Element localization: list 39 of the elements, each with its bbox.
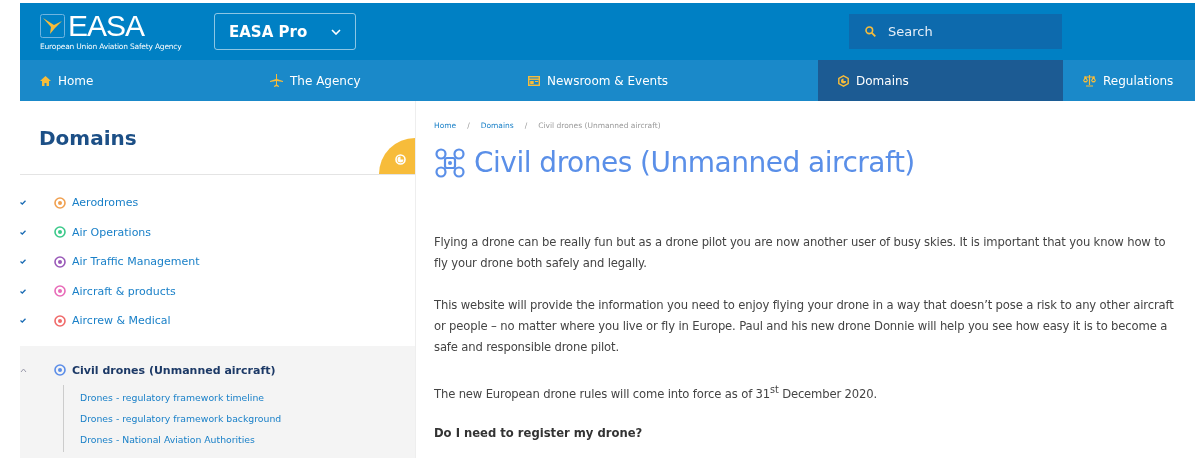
checkmark-icon bbox=[20, 288, 26, 294]
checkmark-icon bbox=[20, 318, 26, 324]
sidebar-link[interactable]: Air Operations bbox=[72, 225, 152, 239]
newspaper-icon bbox=[528, 75, 540, 86]
search-icon bbox=[865, 26, 876, 37]
nav-tab[interactable]: Domains bbox=[818, 60, 1063, 101]
chevron-down-icon bbox=[331, 28, 341, 35]
nav-tab[interactable]: Home bbox=[20, 60, 250, 101]
body-paragraph: The new European drone rules will come into force as of 31$^{st}$ December 2020. bbox=[434, 383, 879, 403]
sidebar-link[interactable]: Air Traffic Management bbox=[72, 255, 200, 269]
page-title: Civil drones (Unmanned aircraft) bbox=[474, 146, 915, 179]
nav-tab[interactable]: Regulations bbox=[1063, 60, 1195, 101]
checkmark-icon bbox=[20, 229, 26, 235]
body-paragraph: Flying a drone can be really fun but as a drone pilot you are now another user of busy skies. It is important that you know how to fly your drone both safely and legally. bbox=[434, 234, 1167, 272]
nav-tab[interactable]: The Agency bbox=[250, 60, 508, 101]
sidebar-sublink[interactable]: Drones - regulatory framework background bbox=[64, 408, 415, 429]
checkmark-icon bbox=[20, 200, 26, 206]
logo-wordmark: EASA bbox=[68, 12, 145, 40]
nav-tab[interactable]: Newsroom & Events bbox=[508, 60, 818, 101]
chevron-up-icon[interactable] bbox=[20, 367, 27, 373]
house-icon bbox=[40, 75, 51, 86]
sidebar-link[interactable]: Aircraft & products bbox=[72, 284, 176, 298]
sidebar-link[interactable]: Aircrew & Medical bbox=[72, 314, 171, 328]
sidebar-sublink[interactable]: Drones - National Aviation Authorities bbox=[64, 429, 415, 450]
sidebar-title: Domains bbox=[39, 125, 137, 150]
checkmark-icon bbox=[20, 259, 26, 265]
search-field[interactable]: Search bbox=[849, 14, 1062, 49]
body-paragraph: This website will provide the information you need to enjoy flying your drone in a way that doesn’t pose a risk to any other aircraft or people – no matter where you live or fly in Europe. Paul and his new drone Donnie will help you see how easy it is to become a safe and responsible drone pilot. bbox=[434, 297, 1174, 356]
portal-selector[interactable]: EASA Pro bbox=[214, 13, 356, 50]
scales-icon bbox=[1083, 74, 1096, 87]
drone-icon bbox=[434, 146, 466, 179]
hexagon-icon bbox=[838, 74, 849, 87]
sidebar-link[interactable]: Civil drones (Unmanned aircraft) bbox=[72, 363, 276, 377]
section-heading: Do I need to register my drone? bbox=[434, 425, 644, 440]
sidebar-sublink[interactable]: Drones - regulatory framework timeline bbox=[64, 387, 415, 408]
airplane-icon bbox=[270, 74, 283, 87]
bird-logo-icon bbox=[40, 14, 65, 38]
pie-icon bbox=[394, 153, 406, 165]
sidebar-link[interactable]: Aerodromes bbox=[72, 196, 139, 210]
